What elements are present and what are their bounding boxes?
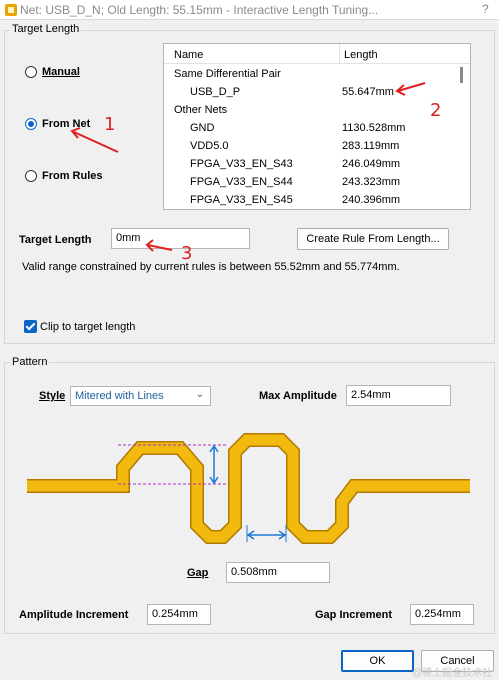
annotation-arrow-1 [73, 131, 119, 153]
annotation-number-1: 1 [104, 114, 116, 135]
annotation-number-3: 3 [181, 243, 193, 264]
annotation-arrows [70, 82, 426, 252]
annotation-number-2: 2 [430, 100, 442, 121]
